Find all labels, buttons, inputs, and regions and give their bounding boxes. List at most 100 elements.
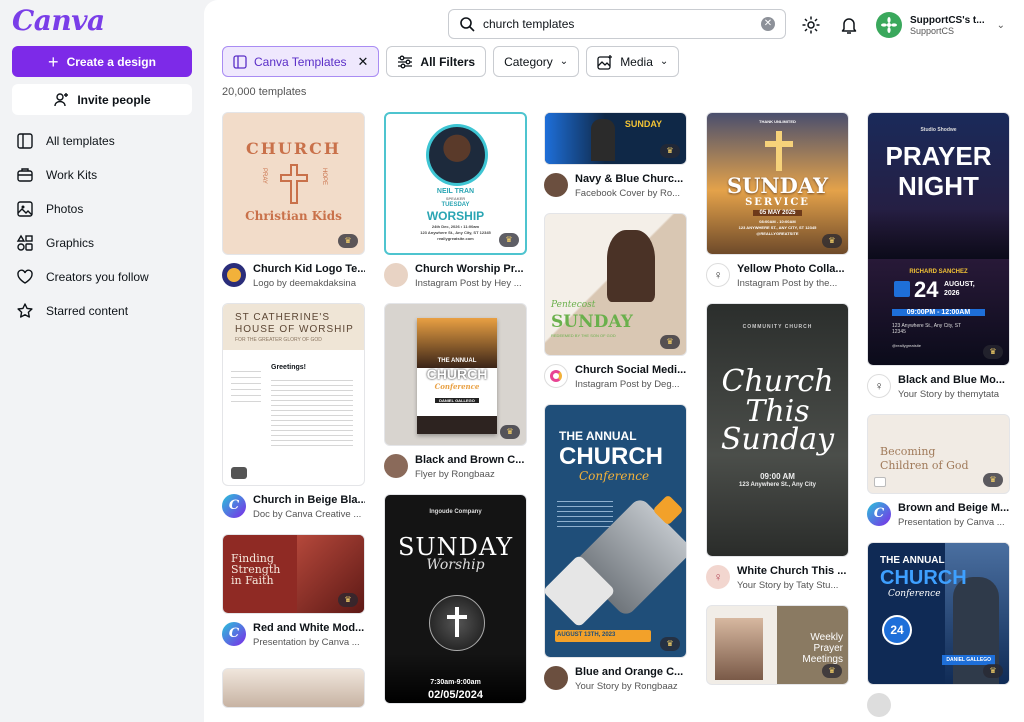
settings-gear-icon[interactable] — [801, 15, 821, 35]
template-subtitle: Doc by Canva Creative ... — [253, 509, 362, 520]
template-info: Black and Brown C... Flyer by Rongbaaz — [384, 454, 528, 486]
template-title: Church in Beige Bla... — [253, 494, 365, 506]
thumb-text: 05 MAY 2025 — [753, 210, 802, 216]
template-subtitle: Instagram Post by Hey ... — [415, 278, 522, 289]
crown-icon: ♛ — [499, 233, 519, 247]
template-thumbnail[interactable]: Ingoude Company SUNDAY Worship 7:30am-9:… — [384, 494, 527, 704]
thumb-text: 123 ANYWHERE ST., ANY CITY, ST 12345 — [738, 225, 817, 230]
template-thumbnail[interactable]: Studio Shodwe PRAYER NIGHT RICHARD SANCH… — [867, 112, 1010, 366]
template-thumbnail[interactable]: Weekly Prayer Meetings ♛ — [706, 605, 849, 685]
thumb-text: AUGUST 13TH, 2023 — [557, 632, 616, 638]
thumb-text: DANIEL GALLEGO — [435, 398, 479, 403]
create-design-button[interactable]: + Create a design — [12, 46, 192, 77]
thumb-text: Studio Shodwe — [920, 127, 957, 133]
template-title: Yellow Photo Colla... — [737, 263, 845, 275]
template-thumbnail[interactable]: CHURCH PRAY HOPE Christian Kids ♛ — [222, 112, 365, 255]
template-subtitle: Presentation by Canva ... — [898, 517, 1005, 528]
template-thumbnail[interactable]: THANK UNLIMITED SUNDAY SERVICE 05 MAY 20… — [706, 112, 849, 255]
thumb-text: Christian Kids — [245, 209, 342, 223]
sidebar-item-graphics[interactable]: Graphics — [16, 226, 196, 260]
chip-label: Canva Templates — [254, 54, 347, 69]
chevron-down-icon: ⌄ — [559, 56, 569, 67]
template-card[interactable]: Studio Shodwe PRAYER NIGHT RICHARD SANCH… — [867, 112, 1011, 406]
remove-filter-icon[interactable]: ✕ — [358, 54, 369, 70]
canva-templates-chip[interactable]: Canva Templates ✕ — [222, 46, 380, 77]
all-filters-button[interactable]: All Filters — [386, 46, 487, 77]
template-thumbnail[interactable]: THE ANNUAL CHURCH Conference AUGUST 13TH… — [544, 404, 687, 658]
template-card[interactable]: Finding Strength in Faith ♛ C Red and Wh… — [222, 534, 366, 654]
thumb-text: HOPE — [321, 168, 327, 186]
template-thumbnail[interactable]: COMMUNITY CHURCH Church This Sunday 09:0… — [706, 303, 849, 557]
thumb-text: Finding Strength in Faith — [231, 552, 281, 587]
thumb-text: THE ANNUAL — [880, 555, 945, 566]
template-title: Black and Brown C... — [415, 454, 525, 466]
template-thumbnail[interactable]: Pentecost SUNDAY REDEEMED BY THE SON OF … — [544, 213, 687, 356]
category-dropdown[interactable]: Category ⌄ — [493, 46, 580, 77]
template-card[interactable]: Becoming Children of God ♛ C Brown and B… — [867, 414, 1011, 534]
thumb-text: REDEEMED BY THE SON OF GOD — [551, 333, 616, 338]
template-thumbnail[interactable]: THE ANNUAL CHURCH Conference 24 DANIEL G… — [867, 542, 1010, 685]
template-info: Church Social Medi... Instagram Post by D… — [544, 364, 688, 396]
clear-search-icon[interactable]: ✕ — [761, 17, 775, 31]
sidebar-item-starred-content[interactable]: Starred content — [16, 294, 196, 328]
results-column: NEIL TRAN SPEAKER TUESDAY WORSHIP 24th D… — [384, 112, 528, 704]
template-card[interactable]: Ingoude Company SUNDAY Worship 7:30am-9:… — [384, 494, 528, 704]
template-thumbnail[interactable]: THE ANNUAL CHURCH Conference DANIEL GALL… — [384, 303, 527, 446]
template-card[interactable]: CHURCH PRAY HOPE Christian Kids ♛ Church… — [222, 112, 366, 295]
template-title: Brown and Beige M... — [898, 502, 1010, 514]
creator-avatar: C — [222, 622, 246, 646]
template-thumbnail[interactable]: NEIL TRAN SPEAKER TUESDAY WORSHIP 24th D… — [384, 112, 527, 255]
template-card[interactable] — [222, 668, 366, 708]
template-card[interactable]: NEIL TRAN SPEAKER TUESDAY WORSHIP 24th D… — [384, 112, 528, 295]
search-bar[interactable]: church templates ✕ — [448, 9, 786, 39]
template-thumbnail[interactable]: Becoming Children of God ♛ — [867, 414, 1010, 494]
template-card[interactable]: THE ANNUAL CHURCH Conference AUGUST 13TH… — [544, 404, 688, 698]
search-input[interactable]: church templates — [483, 17, 574, 31]
template-card[interactable]: THE ANNUAL CHURCH Conference DANIEL GALL… — [384, 303, 528, 486]
sidebar-item-all-templates[interactable]: All templates — [16, 124, 196, 158]
sidebar-item-photos[interactable]: Photos — [16, 192, 196, 226]
thumb-text: PRAYER — [885, 141, 992, 171]
template-card[interactable]: Pentecost SUNDAY REDEEMED BY THE SON OF … — [544, 213, 688, 396]
chip-label: All Filters — [420, 54, 476, 69]
template-info: C Church in Beige Bla... Doc by Canva Cre… — [222, 494, 366, 526]
template-thumbnail[interactable]: Finding Strength in Faith ♛ — [222, 534, 365, 614]
thumb-text: TUESDAY — [441, 202, 470, 208]
account-name: SupportCS's t... — [910, 14, 985, 26]
creator-avatar: ♀ — [706, 565, 730, 589]
creator-avatar: ♀ — [867, 374, 891, 398]
template-thumbnail[interactable]: ST CATHERINE'S HOUSE OF WORSHIP FOR THE … — [222, 303, 365, 486]
thumb-text: Conference — [434, 382, 480, 391]
thumb-text: THANK UNLIMITED — [759, 119, 796, 124]
template-info: Blue and Orange C... Your Story by Rongba… — [544, 666, 688, 698]
template-card[interactable]: SUNDAY ♛ Navy & Blue Churc... Facebook Co… — [544, 112, 688, 205]
thumb-text: SERVICE — [745, 197, 810, 208]
media-dropdown[interactable]: Media ⌄ — [586, 46, 680, 77]
crown-icon: ♛ — [338, 593, 358, 607]
sidebar-item-creators-you-follow[interactable]: Creators you follow — [16, 260, 196, 294]
template-card[interactable]: COMMUNITY CHURCH Church This Sunday 09:0… — [706, 303, 850, 597]
template-subtitle: Your Story by Rongbaaz — [575, 681, 678, 692]
creator-avatar — [222, 263, 246, 287]
thumb-text: THE ANNUAL — [559, 429, 637, 443]
thumb-text: SUNDAY — [624, 119, 662, 129]
template-card[interactable]: Weekly Prayer Meetings ♛ — [706, 605, 850, 685]
template-card[interactable]: ST CATHERINE'S HOUSE OF WORSHIP FOR THE … — [222, 303, 366, 526]
sidebar-item-work-kits[interactable]: Work Kits — [16, 158, 196, 192]
crown-icon: ♛ — [660, 335, 680, 349]
template-thumbnail[interactable] — [222, 668, 365, 708]
template-card[interactable]: THE ANNUAL CHURCH Conference 24 DANIEL G… — [867, 542, 1011, 717]
template-thumbnail[interactable]: SUNDAY ♛ — [544, 112, 687, 165]
canva-logo[interactable]: Canva — [12, 4, 105, 37]
thumb-text: 24 — [884, 617, 910, 643]
briefcase-icon — [17, 168, 33, 182]
main-panel: church templates ✕ SupportCS's t... Supp… — [204, 0, 1024, 722]
thumb-text: 09:00 AM — [760, 472, 795, 481]
invite-people-button[interactable]: Invite people — [12, 84, 192, 115]
results-column: SUNDAY ♛ Navy & Blue Churc... Facebook Co… — [544, 112, 688, 698]
template-card[interactable]: THANK UNLIMITED SUNDAY SERVICE 05 MAY 20… — [706, 112, 850, 295]
account-switcher[interactable]: SupportCS's t... SupportCS ⌄ — [876, 10, 1016, 40]
template-info: ♀ Black and Blue Mo... Your Story by them… — [867, 374, 1011, 406]
notification-bell-icon[interactable] — [839, 15, 859, 35]
thumb-text: Becoming — [880, 445, 936, 458]
